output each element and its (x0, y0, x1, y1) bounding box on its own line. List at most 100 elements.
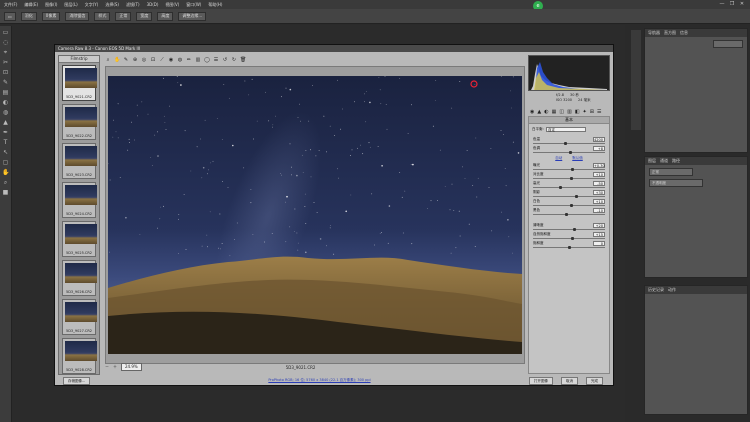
open-image-button[interactable]: 打开图像 (529, 376, 553, 385)
eraser-icon[interactable]: ◍ (2, 109, 9, 116)
quick-select-icon[interactable]: ⌖ (2, 49, 9, 56)
detail-tab-icon[interactable]: ◐ (544, 109, 548, 115)
presets-tab-icon[interactable]: ⊞ (590, 109, 594, 115)
slider-track[interactable] (533, 238, 605, 240)
tab-actions[interactable]: 动作 (668, 287, 676, 293)
slider-handle[interactable] (568, 150, 572, 154)
menu-item[interactable]: 图层(L) (64, 2, 77, 8)
tab-histogram[interactable]: 直方图 (664, 30, 676, 36)
filmstrip-thumbnail[interactable]: 5D3_9021.CR2 (62, 65, 97, 101)
slider-value-field[interactable]: +0.30 (593, 163, 605, 168)
filmstrip-thumbnail[interactable]: 5D3_9022.CR2 (62, 104, 97, 140)
preview-image[interactable] (108, 76, 522, 354)
slider-value-field[interactable]: +15 (593, 232, 605, 237)
gradient-icon[interactable]: ▲ (2, 119, 9, 126)
color-swatch-icon[interactable]: ■ (2, 189, 9, 196)
option-height[interactable]: 高度 (157, 11, 174, 21)
split-toning-tab-icon[interactable]: ◫ (559, 109, 564, 115)
slider-handle[interactable] (565, 212, 569, 216)
straighten-icon[interactable]: ⟋ (159, 57, 165, 63)
menu-item[interactable]: 选择(S) (105, 2, 119, 8)
zoom-in-icon[interactable]: ＋ (113, 364, 117, 370)
lens-tab-icon[interactable]: ▥ (567, 109, 572, 115)
save-image-button[interactable]: 存储图像... (63, 376, 91, 385)
marquee-icon[interactable]: ▭ (2, 29, 9, 36)
refine-edge-button[interactable]: 调整边缘... (178, 11, 207, 21)
menu-item[interactable]: 视图(V) (165, 2, 179, 8)
zoom-icon[interactable]: ⌕ (105, 57, 111, 63)
effects-tab-icon[interactable]: ◧ (575, 109, 580, 115)
slider-track[interactable] (533, 143, 605, 145)
history-brush-icon[interactable]: ◐ (2, 99, 9, 106)
slider-track[interactable] (533, 196, 605, 198)
menu-item[interactable]: 文字(Y) (85, 2, 99, 8)
camera-calibration-tab-icon[interactable]: ✦ (583, 109, 587, 115)
auto-link[interactable]: 自动 (555, 156, 562, 161)
slider-handle[interactable] (569, 176, 573, 180)
slider-value-field[interactable]: -50 (593, 181, 605, 186)
slider-value-field[interactable]: +20 (593, 223, 605, 228)
done-button[interactable]: 完成 (586, 376, 603, 385)
crop-icon[interactable]: ⊡ (150, 57, 156, 63)
filmstrip-thumbnail[interactable]: 5D3_9024.CR2 (62, 182, 97, 218)
slider-handle[interactable] (563, 141, 567, 145)
default-link[interactable]: 默认值 (572, 156, 583, 161)
tab-history[interactable]: 历史记录 (648, 287, 664, 293)
filmstrip-thumbnail[interactable]: 5D3_9025.CR2 (62, 221, 97, 257)
option-feather-value[interactable]: 0像素 (41, 11, 61, 21)
maximize-button[interactable]: ❐ (728, 1, 736, 8)
slider-track[interactable] (533, 187, 605, 189)
crop-icon[interactable]: ✂ (2, 59, 9, 66)
type-icon[interactable]: T (2, 139, 9, 146)
slider-value-field[interactable]: 0 (593, 241, 605, 246)
menu-item[interactable]: 编辑(E) (24, 2, 38, 8)
minimize-button[interactable]: — (718, 1, 726, 8)
tone-curve-tab-icon[interactable]: ▲ (537, 109, 541, 115)
path-select-icon[interactable]: ↖ (2, 149, 9, 156)
basic-tab-icon[interactable]: ◉ (530, 109, 534, 115)
rotate-right-icon[interactable]: ↻ (231, 57, 237, 63)
red-eye-icon[interactable]: ◍ (177, 57, 183, 63)
spot-removal-icon[interactable]: ◉ (168, 57, 174, 63)
menu-item[interactable]: 图像(I) (45, 2, 57, 8)
marquee-tool-icon[interactable]: ▭ (4, 11, 16, 21)
option-width[interactable]: 宽度 (136, 11, 153, 21)
pen-icon[interactable]: ✒ (2, 129, 9, 136)
tab-paths[interactable]: 路径 (672, 158, 680, 164)
menu-item[interactable]: 文件(F) (4, 2, 17, 8)
slider-handle[interactable] (558, 185, 562, 189)
slider-handle[interactable] (574, 194, 578, 198)
white-balance-select[interactable]: 自定 (546, 127, 586, 132)
option-style-select[interactable]: 正常 (115, 11, 132, 21)
rotate-left-icon[interactable]: ↺ (222, 57, 228, 63)
slider-value-field[interactable]: -10 (593, 208, 605, 213)
slider-track[interactable] (533, 214, 605, 216)
blend-mode-select[interactable]: 正常 (649, 168, 693, 176)
opacity-field[interactable]: 不透明度 (649, 179, 703, 187)
option-antialias[interactable]: 消除锯齿 (65, 11, 90, 21)
hand-icon[interactable]: ✋ (114, 57, 120, 63)
panel-button[interactable] (713, 40, 743, 48)
close-window-button[interactable]: ✕ (738, 1, 746, 8)
slider-value-field[interactable]: 4200 (593, 137, 605, 142)
hsl-tab-icon[interactable]: ▦ (552, 109, 557, 115)
graduated-filter-icon[interactable]: ▥ (195, 57, 201, 63)
tab-layers[interactable]: 图层 (648, 158, 656, 164)
menu-item[interactable]: 3D(D) (147, 2, 159, 7)
slider-handle[interactable] (567, 245, 571, 249)
stamp-icon[interactable]: ▤ (2, 89, 9, 96)
filmstrip-thumbnail[interactable]: 5D3_9027.CR2 (62, 299, 97, 335)
filmstrip-header[interactable]: Filmstrip (59, 56, 99, 63)
slider-value-field[interactable]: +10 (593, 172, 605, 177)
slider-value-field[interactable]: +30 (593, 190, 605, 195)
filmstrip-thumbnail[interactable]: 5D3_9023.CR2 (62, 143, 97, 179)
slider-handle[interactable] (572, 227, 576, 231)
tab-info[interactable]: 信息 (680, 30, 688, 36)
eyedropper-icon[interactable]: ⊡ (2, 69, 9, 76)
tab-navigator[interactable]: 导航器 (648, 30, 660, 36)
hand-icon[interactable]: ✋ (2, 169, 9, 176)
color-sampler-icon[interactable]: ⊕ (132, 57, 138, 63)
target-adjust-icon[interactable]: ◎ (141, 57, 147, 63)
menu-item[interactable]: 滤镜(T) (126, 2, 140, 8)
slider-handle[interactable] (569, 203, 573, 207)
